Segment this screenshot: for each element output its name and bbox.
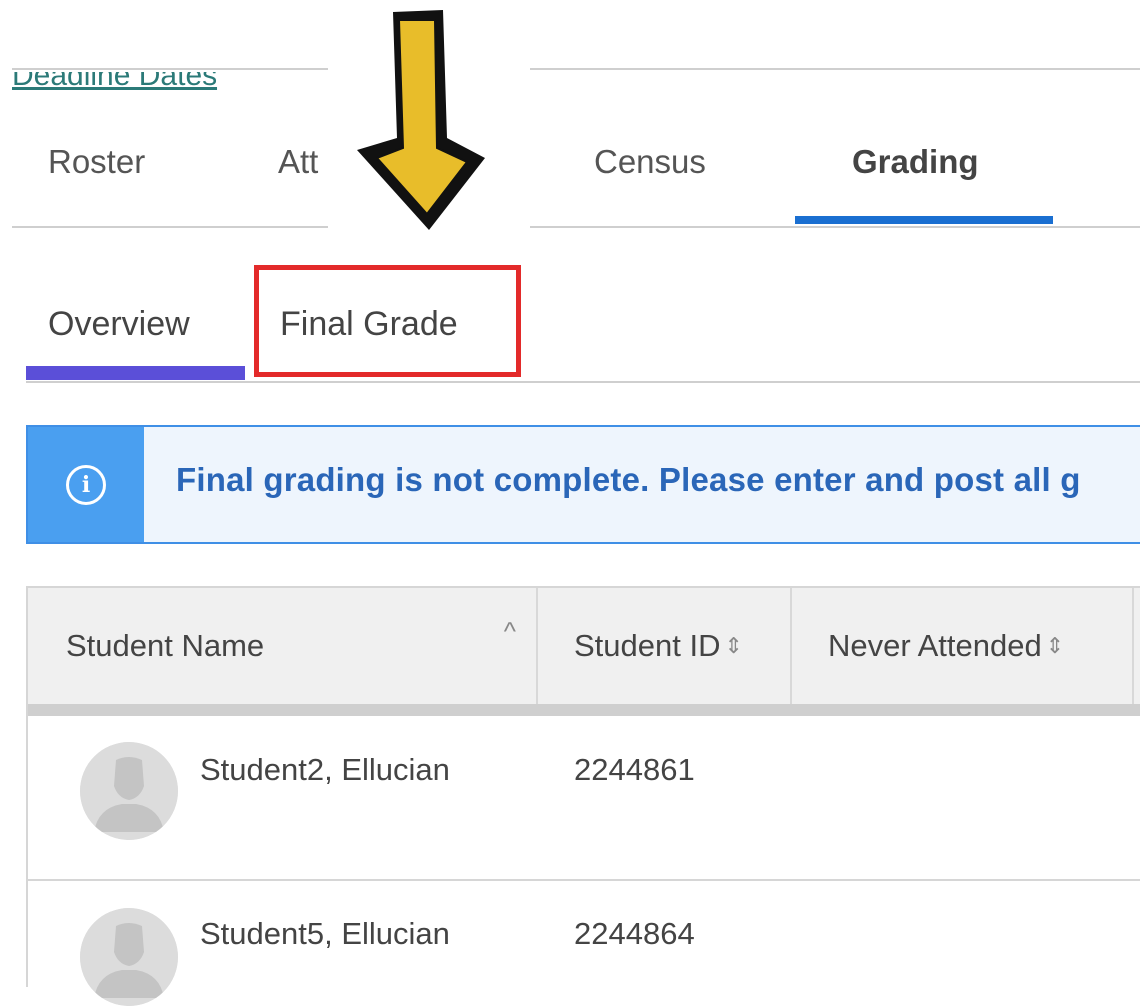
subtabs-divider: [26, 381, 1140, 383]
sort-icon[interactable]: ⇕: [1046, 635, 1064, 657]
sort-icon[interactable]: ⇕: [724, 635, 742, 657]
info-banner: i Final grading is not complete. Please …: [26, 425, 1140, 544]
table-header: Student Name ^ Student ID ⇕ Never Attend…: [26, 586, 1140, 704]
column-separator: [1132, 588, 1134, 704]
avatar: [80, 742, 178, 840]
highlight-box: [254, 265, 521, 377]
column-label: Never Attended: [828, 628, 1042, 663]
student-name[interactable]: Student5, Ellucian: [200, 916, 450, 952]
student-name[interactable]: Student2, Ellucian: [200, 752, 450, 788]
table-row[interactable]: [80, 742, 178, 840]
column-separator: [790, 588, 792, 704]
column-header-student-id[interactable]: Student ID ⇕: [574, 588, 743, 704]
student-id: 2244864: [574, 916, 695, 951]
table-left-border: [26, 586, 28, 987]
column-label: Student ID: [574, 628, 721, 663]
banner-message: Final grading is not complete. Please en…: [176, 461, 1081, 498]
divider-top-right: [530, 68, 1140, 70]
deadline-dates-link[interactable]: Deadline Dates: [12, 72, 217, 96]
tab-roster[interactable]: Roster: [48, 140, 145, 184]
active-tab-indicator: [795, 216, 1053, 224]
column-separator: [536, 588, 538, 704]
info-icon: i: [66, 464, 106, 505]
column-header-never-attended[interactable]: Never Attended ⇕: [828, 588, 1064, 704]
subtab-overview[interactable]: Overview: [48, 302, 190, 346]
student-id: 2244861: [574, 752, 695, 787]
sort-ascending-icon[interactable]: ^: [504, 616, 516, 647]
column-label: Student Name: [66, 628, 265, 663]
banner-icon-cell: i: [28, 427, 144, 542]
divider-top-left: [12, 68, 328, 70]
table-header-bottom-border: [26, 704, 1140, 716]
tabs-divider-left: [12, 226, 328, 228]
table-row[interactable]: [80, 908, 178, 1006]
avatar: [80, 908, 178, 1006]
user-silhouette-icon: [80, 742, 178, 840]
tab-census[interactable]: Census: [594, 140, 706, 184]
user-silhouette-icon: [80, 908, 178, 1006]
row-divider: [26, 879, 1140, 881]
subtab-active-indicator: [26, 366, 245, 380]
column-header-student-name[interactable]: Student Name ^: [66, 588, 536, 704]
arrow-down-icon: [357, 10, 485, 230]
tab-attendance[interactable]: Att: [278, 140, 318, 184]
tabs-divider-right: [530, 226, 1140, 228]
tab-grading[interactable]: Grading: [852, 140, 979, 184]
